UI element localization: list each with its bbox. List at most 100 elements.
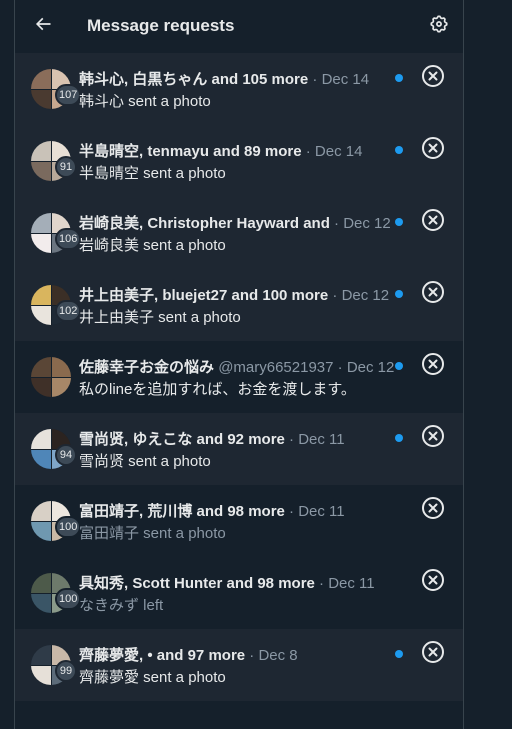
conversation-name: 富田靖子, 荒川博 and 98 more <box>79 503 285 520</box>
close-circle-icon <box>421 280 445 308</box>
timestamp: Dec 12 <box>341 287 390 304</box>
avatar <box>31 285 51 305</box>
request-header-line: 韩斗心, 白黒ちゃん and 105 more · Dec 14 <box>79 68 409 88</box>
unread-indicator <box>395 146 403 154</box>
participant-count-badge: 107 <box>55 84 82 106</box>
separator: · <box>328 287 342 304</box>
request-row[interactable]: 107 韩斗心, 白黒ちゃん and 105 more · Dec 14 韩斗心 s… <box>15 53 463 125</box>
separator: · <box>314 575 329 592</box>
avatar <box>31 305 51 325</box>
request-row[interactable]: 102 井上由美子, bluejet27 and 100 more · Dec 1… <box>15 269 463 341</box>
separator: · <box>284 431 299 448</box>
request-header-line: 井上由美子, bluejet27 and 100 more · Dec 12 <box>79 284 409 304</box>
panel-header: Message requests <box>15 0 463 53</box>
avatar <box>31 429 51 449</box>
timestamp: Dec 12 <box>346 359 395 376</box>
close-circle-icon <box>421 208 445 236</box>
dismiss-button[interactable] <box>420 65 446 91</box>
dismiss-button[interactable] <box>420 497 446 523</box>
avatar <box>31 161 51 181</box>
conversation-name: 井上由美子, bluejet27 and 100 more <box>79 287 329 304</box>
avatar <box>31 665 51 685</box>
avatar-group[interactable] <box>31 357 71 397</box>
participant-count-badge: 100 <box>55 516 82 538</box>
participant-count-badge: 91 <box>55 156 77 178</box>
avatar <box>51 377 71 397</box>
request-row[interactable]: 94 雪尚贤, ゆえこな and 92 more · Dec 11 雪尚贤 sent… <box>15 413 463 485</box>
conversation-name: 雪尚贤, ゆえこな and 92 more <box>79 431 285 448</box>
dismiss-button[interactable] <box>420 137 446 163</box>
timestamp: Dec 11 <box>328 575 375 592</box>
timestamp: Dec 14 <box>321 71 370 88</box>
unread-indicator <box>395 434 403 442</box>
avatar <box>31 69 51 89</box>
request-list: 107 韩斗心, 白黒ちゃん and 105 more · Dec 14 韩斗心 s… <box>15 53 463 701</box>
avatar <box>31 357 51 377</box>
separator: · <box>301 143 315 160</box>
close-circle-icon <box>421 64 445 92</box>
message-requests-panel: Message requests 107 韩斗心, 白黒ちゃん and 105 m… <box>15 0 463 729</box>
separator: · <box>333 359 347 376</box>
conversation-name: 具知秀, Scott Hunter and 98 more <box>79 575 315 592</box>
dismiss-button[interactable] <box>420 209 446 235</box>
dismiss-button[interactable] <box>420 281 446 307</box>
close-circle-icon <box>421 568 445 596</box>
gear-icon <box>429 14 449 38</box>
conversation-name: 岩崎良美, Christopher Hayward and <box>79 215 330 232</box>
avatar <box>31 593 51 613</box>
request-header-line: 富田靖子, 荒川博 and 98 more · Dec 11 <box>79 500 409 520</box>
message-preview: 雪尚贤 sent a photo <box>79 453 211 470</box>
right-column <box>464 0 512 729</box>
avatar <box>31 233 51 253</box>
message-preview: 韩斗心 sent a photo <box>79 93 211 110</box>
participant-count-badge: 94 <box>55 444 77 466</box>
dismiss-button[interactable] <box>420 641 446 667</box>
request-row[interactable]: 106 岩崎良美, Christopher Hayward and · Dec 1… <box>15 197 463 269</box>
left-gutter <box>0 0 14 729</box>
dismiss-button[interactable] <box>420 353 446 379</box>
request-header-line: 齊藤夢愛, • and 97 more · Dec 8 <box>79 644 409 664</box>
unread-indicator <box>395 290 403 298</box>
dismiss-button[interactable] <box>420 569 446 595</box>
conversation-name: 齊藤夢愛, • and 97 more <box>79 647 246 664</box>
avatar <box>51 357 71 377</box>
page-title: Message requests <box>87 16 235 35</box>
separator: · <box>308 71 322 88</box>
avatar <box>31 645 51 665</box>
timestamp: Dec 11 <box>298 431 345 448</box>
arrow-left-icon <box>33 14 53 38</box>
request-header-line: 雪尚贤, ゆえこな and 92 more · Dec 11 <box>79 428 409 448</box>
settings-button[interactable] <box>423 10 455 42</box>
timestamp: Dec 12 <box>343 215 391 232</box>
unread-indicator <box>395 362 403 370</box>
avatar <box>31 449 51 469</box>
avatar <box>31 377 51 397</box>
conversation-name: 半島晴空, tenmayu and 89 more <box>79 143 302 160</box>
message-preview: 半島晴空 sent a photo <box>79 165 226 182</box>
request-row[interactable]: 91 半島晴空, tenmayu and 89 more · Dec 14 半島晴空… <box>15 125 463 197</box>
participant-count-badge: 106 <box>55 228 82 250</box>
back-button[interactable] <box>27 10 59 42</box>
participant-count-badge: 99 <box>55 660 77 682</box>
timestamp: Dec 14 <box>314 143 363 160</box>
close-circle-icon <box>421 496 445 524</box>
request-header-line: 半島晴空, tenmayu and 89 more · Dec 14 <box>79 140 409 160</box>
request-header-line: 佐藤幸子お金の悩み @mary66521937 · Dec 12 <box>79 356 409 376</box>
request-row[interactable]: 佐藤幸子お金の悩み @mary66521937 · Dec 12 私のlineを追… <box>15 341 463 413</box>
timestamp: Dec 11 <box>298 503 345 520</box>
request-row[interactable]: 100 富田靖子, 荒川博 and 98 more · Dec 11 富田靖子 se… <box>15 485 463 557</box>
unread-indicator <box>395 218 403 226</box>
close-circle-icon <box>421 640 445 668</box>
request-header-line: 岩崎良美, Christopher Hayward and · Dec 12 <box>79 212 409 232</box>
separator: · <box>329 215 344 232</box>
timestamp: Dec 8 <box>258 647 298 664</box>
message-preview: 岩崎良美 sent a photo <box>79 237 226 254</box>
user-handle: @mary66521937 <box>218 359 334 376</box>
conversation-name: 韩斗心, 白黒ちゃん and 105 more <box>79 71 309 88</box>
message-preview: 私のlineを追加すれば、お金を渡します。 <box>79 381 356 398</box>
request-row[interactable]: 99 齊藤夢愛, • and 97 more · Dec 8 齊藤夢愛 sent a… <box>15 629 463 701</box>
request-row[interactable]: 100 具知秀, Scott Hunter and 98 more · Dec 1… <box>15 557 463 629</box>
dismiss-button[interactable] <box>420 425 446 451</box>
unread-indicator <box>395 74 403 82</box>
message-preview: なきみず left <box>79 597 164 614</box>
